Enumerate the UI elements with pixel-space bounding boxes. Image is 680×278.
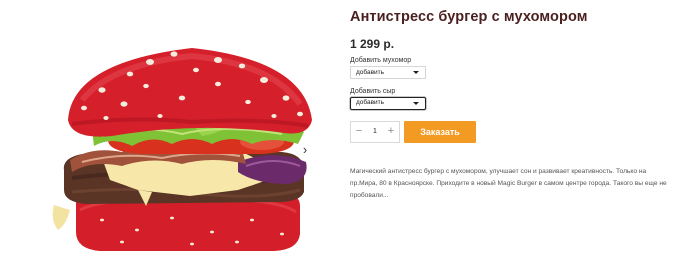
select-value: добавить	[356, 99, 385, 106]
select-value: добавить	[356, 69, 385, 76]
chevron-down-icon	[413, 102, 419, 105]
product-price: 1 299 р.	[350, 37, 395, 51]
select-add-amanita[interactable]: добавить	[350, 66, 426, 79]
quantity-stepper: − 1 +	[350, 121, 400, 143]
quantity-decrease-button[interactable]: −	[351, 122, 367, 142]
burger-image	[52, 48, 312, 251]
quantity-increase-button[interactable]: +	[383, 122, 399, 142]
product-description: Магический антистресс бургер с мухомором…	[350, 168, 667, 199]
order-button[interactable]: Заказать	[404, 121, 476, 143]
chevron-right-icon[interactable]: ›	[298, 141, 312, 159]
select-add-cheese[interactable]: добавить	[350, 97, 426, 110]
product-image-gallery	[42, 20, 312, 255]
option-label-cheese: Добавить сыр	[350, 88, 396, 95]
option-label-amanita: Добавить мухомор	[350, 57, 412, 64]
quantity-value[interactable]: 1	[367, 122, 383, 142]
product-title: Антистресс бургер с мухомором	[350, 9, 588, 25]
chevron-down-icon	[413, 71, 419, 74]
